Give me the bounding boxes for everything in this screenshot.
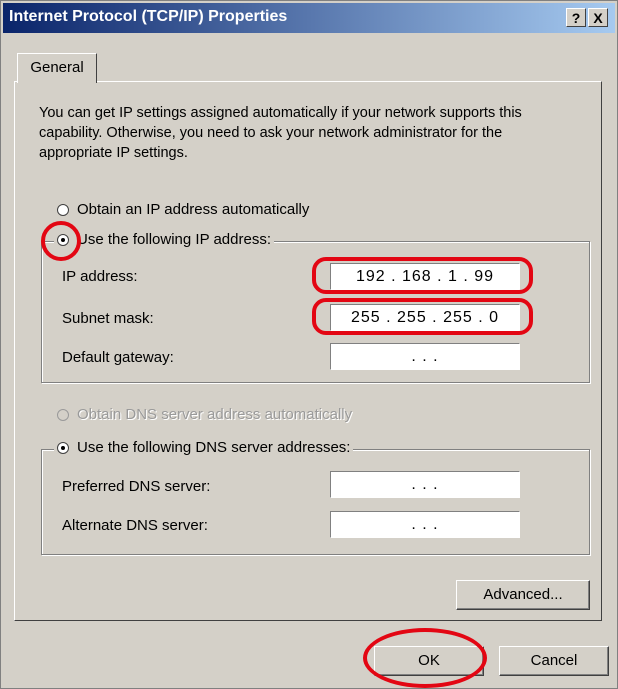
alternate-dns-label: Alternate DNS server: — [62, 517, 208, 534]
radio-circle-selected — [57, 441, 69, 454]
use-following-dns-radio[interactable]: Use the following DNS server addresses: — [54, 439, 354, 456]
tab-general[interactable]: General — [17, 53, 97, 83]
obtain-ip-automatically-radio[interactable]: Obtain an IP address automatically — [57, 201, 309, 218]
preferred-dns-label: Preferred DNS server: — [62, 478, 211, 495]
annotation-box-ip-address — [312, 257, 533, 294]
use-following-ip-label: Use the following IP address: — [77, 231, 271, 248]
radio-circle-disabled — [57, 408, 69, 421]
subnet-mask-label: Subnet mask: — [62, 310, 154, 327]
window-title: Internet Protocol (TCP/IP) Properties — [9, 8, 288, 25]
use-following-ip-radio[interactable]: Use the following IP address: — [54, 231, 274, 248]
close-button[interactable]: X — [588, 8, 608, 27]
use-following-dns-label: Use the following DNS server addresses: — [77, 439, 351, 456]
annotation-ellipse-ok-button — [363, 628, 487, 688]
cancel-button[interactable]: Cancel — [499, 646, 609, 676]
radio-circle — [57, 203, 69, 216]
default-gateway-input[interactable]: . . . — [330, 343, 520, 370]
annotation-circle-ip-radio — [41, 221, 81, 261]
annotation-box-subnet-mask — [312, 298, 533, 335]
alternate-dns-input[interactable]: . . . — [330, 511, 520, 538]
help-button[interactable]: ? — [566, 8, 586, 27]
tcpip-properties-dialog: Internet Protocol (TCP/IP) Properties ? … — [0, 0, 618, 689]
preferred-dns-input[interactable]: . . . — [330, 471, 520, 498]
description-text: You can get IP settings assigned automat… — [39, 105, 522, 161]
obtain-ip-automatically-label: Obtain an IP address automatically — [77, 201, 310, 218]
default-gateway-label: Default gateway: — [62, 349, 174, 366]
obtain-dns-automatically-label: Obtain DNS server address automatically — [77, 406, 353, 423]
advanced-button[interactable]: Advanced... — [456, 580, 590, 610]
title-bar: Internet Protocol (TCP/IP) Properties ? … — [3, 3, 615, 33]
obtain-dns-automatically-radio[interactable]: Obtain DNS server address automatically — [57, 406, 352, 423]
ip-address-label: IP address: — [62, 268, 138, 285]
dns-server-group — [41, 449, 590, 555]
